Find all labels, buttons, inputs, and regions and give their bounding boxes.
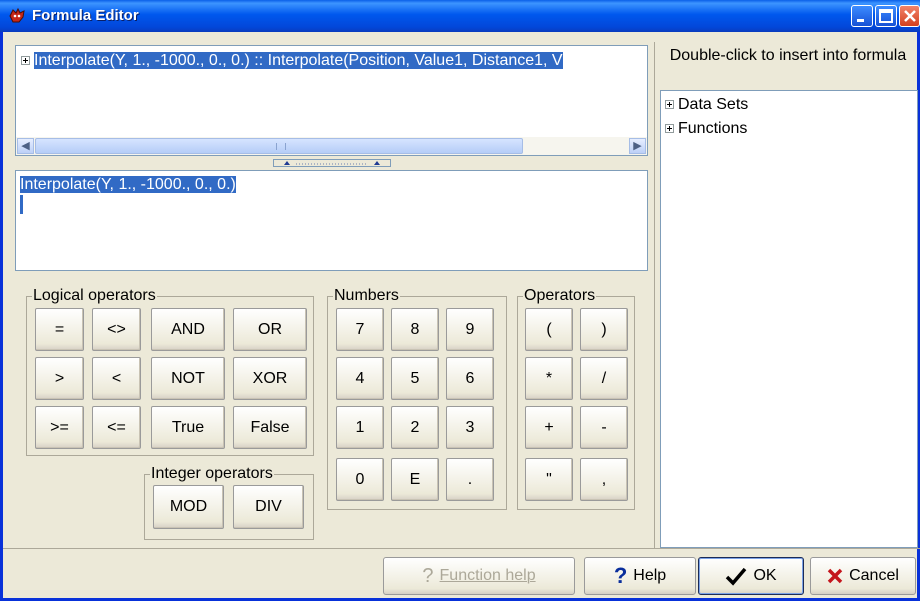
decimal-point-button[interactable]: . bbox=[446, 458, 494, 501]
digit-1-button[interactable]: 1 bbox=[336, 406, 384, 449]
formula-text: Interpolate(Y, 1., -1000., 0., 0.) bbox=[20, 176, 236, 193]
formula-tree-item-label: Interpolate(Y, 1., -1000., 0., 0.) :: In… bbox=[34, 52, 563, 69]
equals-button[interactable]: = bbox=[35, 308, 84, 351]
greater-than-button[interactable]: > bbox=[35, 357, 84, 400]
expand-icon[interactable] bbox=[665, 100, 674, 110]
minimize-icon bbox=[857, 19, 864, 22]
text-cursor bbox=[20, 195, 23, 214]
expand-icon[interactable] bbox=[21, 56, 30, 66]
close-button[interactable] bbox=[899, 5, 920, 27]
xor-button[interactable]: XOR bbox=[233, 357, 307, 400]
function-help-button[interactable]: ? Function help bbox=[383, 557, 575, 595]
digit-0-button[interactable]: 0 bbox=[336, 458, 384, 501]
insert-panel-header: Double-click to insert into formula bbox=[669, 47, 907, 64]
greater-equal-button[interactable]: >= bbox=[35, 406, 84, 449]
less-equal-button[interactable]: <= bbox=[92, 406, 141, 449]
or-button[interactable]: OR bbox=[233, 308, 307, 351]
scroll-thumb[interactable] bbox=[35, 138, 523, 154]
multiply-button[interactable]: * bbox=[525, 357, 573, 400]
digit-5-button[interactable]: 5 bbox=[391, 357, 439, 400]
close-paren-button[interactable]: ) bbox=[580, 308, 628, 351]
not-button[interactable]: NOT bbox=[151, 357, 225, 400]
cross-icon bbox=[827, 568, 843, 584]
not-equal-button[interactable]: <> bbox=[92, 308, 141, 351]
less-than-button[interactable]: < bbox=[92, 357, 141, 400]
digit-9-button[interactable]: 9 bbox=[446, 308, 494, 351]
integer-operators-label: Integer operators bbox=[150, 465, 274, 483]
pane-splitter[interactable] bbox=[273, 159, 391, 167]
digit-2-button[interactable]: 2 bbox=[391, 406, 439, 449]
title-bar[interactable]: Formula Editor bbox=[0, 0, 920, 32]
minus-button[interactable]: - bbox=[580, 406, 628, 449]
digit-7-button[interactable]: 7 bbox=[336, 308, 384, 351]
insert-panel: Double-click to insert into formula Data… bbox=[654, 42, 920, 548]
logical-operators-label: Logical operators bbox=[32, 287, 157, 305]
numbers-label: Numbers bbox=[333, 287, 400, 305]
minimize-button[interactable] bbox=[851, 5, 873, 27]
function-help-label: Function help bbox=[439, 567, 536, 584]
open-paren-button[interactable]: ( bbox=[525, 308, 573, 351]
tree-item-label: Data Sets bbox=[678, 96, 749, 113]
and-button[interactable]: AND bbox=[151, 308, 225, 351]
window-title: Formula Editor bbox=[32, 7, 139, 24]
plus-button[interactable]: + bbox=[525, 406, 573, 449]
digit-8-button[interactable]: 8 bbox=[391, 308, 439, 351]
grip-icon bbox=[276, 143, 286, 150]
help-label: Help bbox=[633, 567, 667, 584]
help-question-icon: ? bbox=[422, 564, 434, 587]
formula-tree-item[interactable]: Interpolate(Y, 1., -1000., 0., 0.) :: In… bbox=[21, 51, 563, 71]
insert-tree-item-functions[interactable]: Functions bbox=[665, 117, 748, 141]
app-icon bbox=[9, 7, 25, 23]
formula-editor-window: Formula Editor Interpolate(Y, 1., -1000.… bbox=[0, 0, 920, 601]
tree-item-label: Functions bbox=[678, 120, 748, 137]
help-question-icon: ? bbox=[613, 563, 628, 588]
insert-tree[interactable]: Data Sets Functions bbox=[660, 90, 918, 548]
expand-icon[interactable] bbox=[665, 124, 674, 134]
scroll-left-button[interactable]: ◀ bbox=[17, 138, 34, 154]
cancel-label: Cancel bbox=[849, 567, 899, 584]
splitter-grip-icon bbox=[284, 161, 380, 165]
digit-4-button[interactable]: 4 bbox=[336, 357, 384, 400]
cancel-button[interactable]: Cancel bbox=[810, 557, 916, 595]
help-button[interactable]: ? Help bbox=[584, 557, 696, 595]
horizontal-scrollbar[interactable]: ◀ ▶ bbox=[15, 137, 648, 156]
quote-button[interactable]: " bbox=[525, 458, 573, 501]
footer-divider bbox=[3, 548, 920, 549]
ok-label: OK bbox=[753, 567, 777, 584]
true-button[interactable]: True bbox=[151, 406, 225, 449]
operators-label: Operators bbox=[523, 287, 597, 305]
exponent-button[interactable]: E bbox=[391, 458, 439, 501]
ok-button[interactable]: OK bbox=[698, 557, 804, 595]
digit-3-button[interactable]: 3 bbox=[446, 406, 494, 449]
formula-tree[interactable]: Interpolate(Y, 1., -1000., 0., 0.) :: In… bbox=[15, 45, 648, 137]
mod-button[interactable]: MOD bbox=[153, 485, 224, 529]
comma-button[interactable]: , bbox=[580, 458, 628, 501]
digit-6-button[interactable]: 6 bbox=[446, 357, 494, 400]
maximize-icon bbox=[879, 9, 893, 23]
scroll-right-button[interactable]: ▶ bbox=[629, 138, 646, 154]
checkmark-icon bbox=[726, 567, 747, 586]
div-button[interactable]: DIV bbox=[233, 485, 304, 529]
divide-button[interactable]: / bbox=[580, 357, 628, 400]
false-button[interactable]: False bbox=[233, 406, 307, 449]
formula-editor-text[interactable]: Interpolate(Y, 1., -1000., 0., 0.) bbox=[15, 170, 648, 271]
insert-tree-item-data-sets[interactable]: Data Sets bbox=[665, 93, 748, 117]
maximize-button[interactable] bbox=[875, 5, 897, 27]
close-icon bbox=[904, 10, 916, 22]
